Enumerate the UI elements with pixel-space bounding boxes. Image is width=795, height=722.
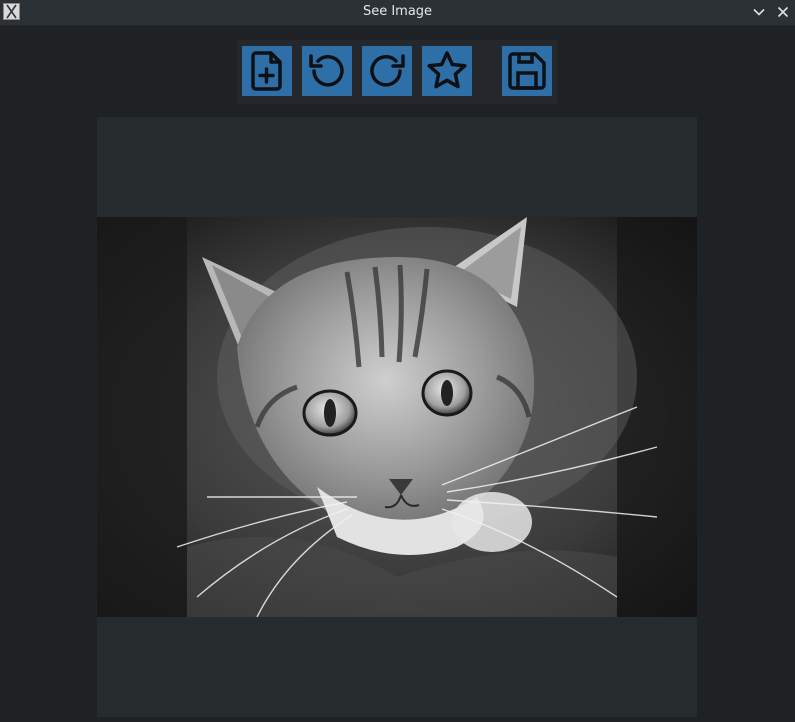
rotate-ccw-icon — [309, 54, 344, 87]
rotate-cw-icon — [370, 54, 405, 87]
window-title: See Image — [362, 4, 433, 19]
chevron-down-icon — [753, 8, 765, 16]
add-file-button[interactable] — [242, 46, 292, 96]
favorite-button[interactable] — [422, 46, 472, 96]
title-bar[interactable]: See Image — [0, 0, 795, 26]
rotate-right-button[interactable] — [362, 46, 412, 96]
app-window: See Image — [0, 0, 795, 722]
toolbar — [237, 40, 557, 104]
minimize-button[interactable] — [750, 3, 768, 21]
photo-cat-grayscale-image — [97, 217, 697, 617]
image-viewer[interactable] — [97, 117, 697, 717]
save-button[interactable] — [502, 46, 552, 96]
close-button[interactable] — [774, 3, 792, 21]
close-icon — [777, 6, 789, 18]
cat-photo — [97, 217, 697, 617]
file-plus-icon — [251, 51, 282, 91]
save-icon — [508, 52, 546, 90]
rotate-left-button[interactable] — [302, 46, 352, 96]
star-icon — [427, 51, 467, 89]
